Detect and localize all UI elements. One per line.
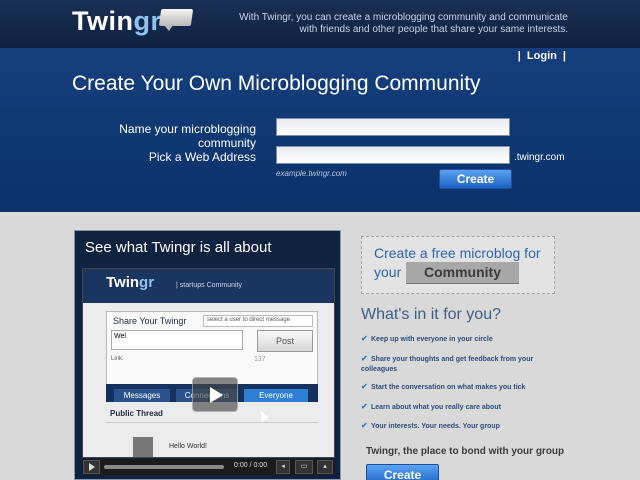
play-icon[interactable] (192, 377, 238, 412)
web-address-input[interactable] (276, 146, 510, 164)
check-icon: ✔ (361, 421, 368, 430)
video-logo-main: Twin (106, 274, 140, 291)
domain-suffix: .twingr.com (514, 152, 565, 163)
avatar (133, 437, 153, 457)
volume-icon[interactable]: ◂ (276, 460, 290, 474)
feature-text: Keep up with everyone in your circle (371, 336, 493, 343)
check-icon: ✔ (361, 334, 368, 343)
feature-item: ✔ Start the conversation on what makes yo… (361, 382, 561, 393)
promo-line-2: your (374, 264, 402, 280)
address-example: example.twingr.com (276, 169, 347, 178)
top-bar: Twingr With Twingr, you can create a mic… (0, 0, 640, 48)
feature-item: ✔ Share your thoughts and get feedback fr… (361, 354, 561, 375)
nav-separator-left: | (517, 50, 521, 62)
feature-item: ✔ Your interests. Your needs. Your group (361, 421, 561, 432)
video-tab-everyone: Everyone (244, 389, 308, 402)
web-address-label: Pick a Web Address (148, 150, 256, 164)
video-share-title: Share Your Twingr (113, 316, 187, 326)
feature-text: Learn about what you really care about (371, 404, 501, 411)
video-message-text: Wel (111, 330, 243, 350)
video-user-select: select a user to direct message (203, 315, 313, 327)
promo-line-1: Create a free microblog for (374, 245, 541, 261)
feature-text: Start the conversation on what makes you… (371, 384, 526, 391)
speech-bubble-icon (158, 9, 194, 26)
video-thread-message: Hello World! (169, 443, 207, 450)
page-title: Create Your Own Microblogging Community (72, 72, 481, 95)
video-post-button: Post (257, 330, 313, 352)
video-tab-messages: Messages (114, 389, 170, 402)
video-logo: Twingr (106, 274, 154, 291)
check-icon: ✔ (361, 382, 368, 391)
video-community-label: | startups Community (176, 282, 243, 289)
promo-box[interactable]: Create a free microblog for your Communi… (361, 236, 555, 294)
feature-text: Your interests. Your needs. Your group (371, 423, 500, 430)
seek-bar[interactable] (104, 465, 224, 469)
create-button-bottom[interactable]: Create (366, 464, 439, 480)
nav-separator-right: | (562, 50, 566, 62)
login-link[interactable]: Login (527, 50, 557, 62)
video-app-header: Twingr | startups Community (83, 269, 334, 303)
feature-item: ✔ Keep up with everyone in your circle (361, 334, 561, 345)
community-badge: Community (406, 262, 519, 284)
time-display: 0:00 / 0:00 (234, 462, 268, 469)
video-char-count: 137 (254, 356, 266, 363)
community-name-input[interactable] (276, 118, 510, 136)
login-nav: | Login | (518, 50, 566, 62)
video-frame[interactable]: Twingr | startups Community Share Your T… (82, 268, 335, 458)
logo-text-accent: gr (133, 6, 162, 36)
check-icon: ✔ (361, 402, 368, 411)
feature-text: Share your thoughts and get feedback fro… (361, 356, 534, 373)
create-community-section: | Login | Create Your Own Microblogging … (0, 48, 640, 212)
fullscreen-icon[interactable]: ▭ (295, 460, 313, 474)
twingr-logo[interactable]: Twingr (72, 6, 161, 37)
bond-tagline: Twingr, the place to bond with your grou… (366, 446, 565, 457)
play-pause-button[interactable] (83, 460, 100, 474)
video-title: See what Twingr is all about (85, 239, 272, 256)
video-logo-accent: gr (139, 274, 155, 291)
video-link-label: Link: (111, 356, 124, 362)
feature-item: ✔ Learn about what you really care about (361, 402, 561, 413)
menu-icon[interactable]: ▴ (317, 460, 333, 474)
features-heading: What's in it for you? (361, 306, 501, 323)
video-panel: See what Twingr is all about Twingr | st… (74, 230, 341, 480)
community-name-label: Name your microblogging community (119, 122, 256, 150)
header-tagline: With Twingr, you can create a microblogg… (239, 12, 568, 35)
logo-text-main: Twin (72, 6, 134, 36)
create-button[interactable]: Create (439, 169, 512, 189)
video-controls: 0:00 / 0:00 ◂ ▭ ▴ (82, 459, 335, 475)
check-icon: ✔ (361, 354, 368, 363)
